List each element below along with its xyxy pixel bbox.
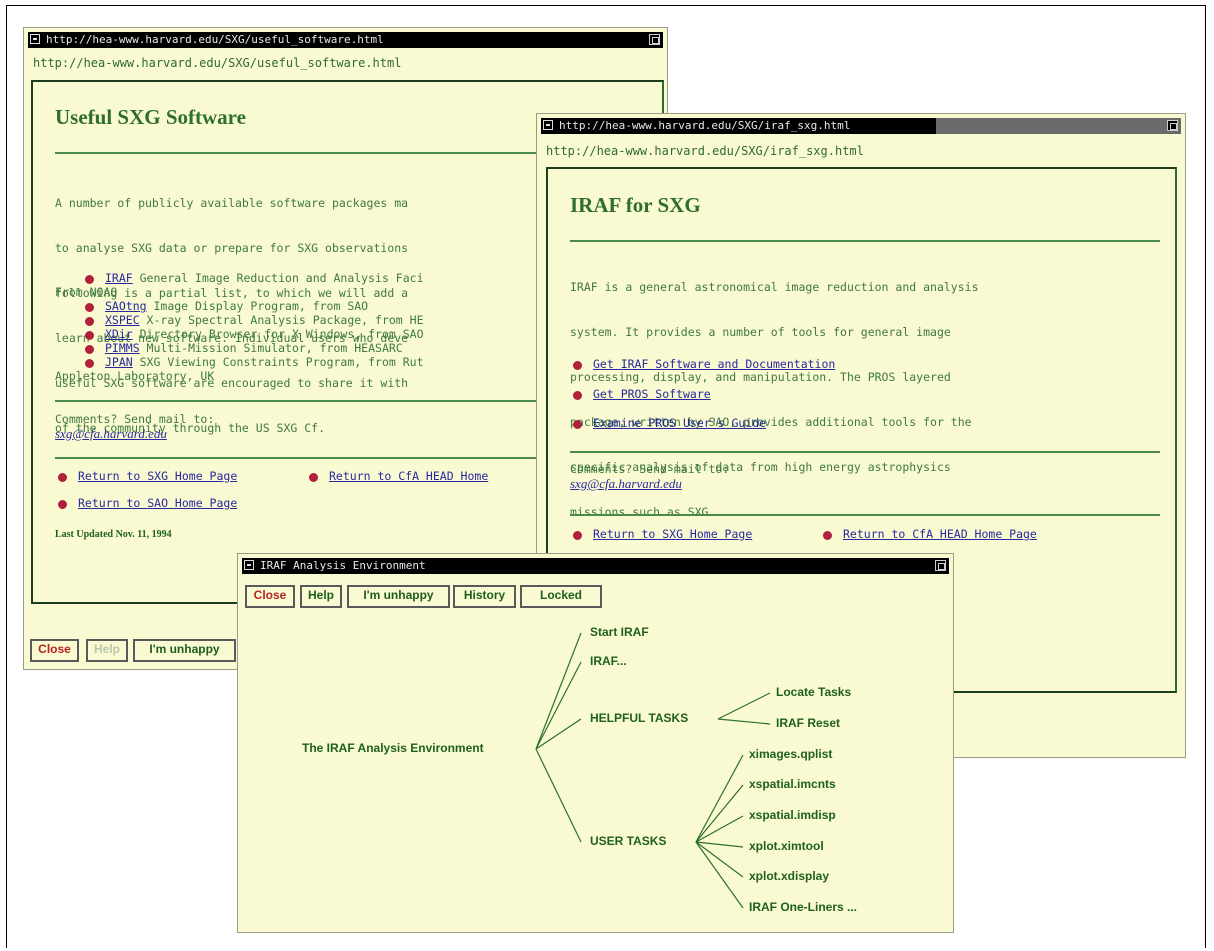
bullet-icon <box>85 331 94 340</box>
return-cfa-link[interactable]: Return to CfA HEAD Home <box>329 469 488 484</box>
bullet-icon <box>85 359 94 368</box>
tree-node-xspatial-imdisp[interactable]: xspatial.imdisp <box>749 808 836 822</box>
intro-line: processing, display, and manipulation. T… <box>570 370 951 384</box>
maximize-icon[interactable] <box>1167 120 1178 131</box>
bullet-icon <box>823 531 832 540</box>
page-title: Useful SXG Software <box>55 105 246 129</box>
software-list-item: XSPEC X-ray Spectral Analysis Package, f… <box>105 313 424 328</box>
intro-line: A number of publicly available software … <box>55 196 409 210</box>
window-title: http://hea-www.harvard.edu/SXG/iraf_sxg.… <box>559 119 851 132</box>
divider <box>570 240 1160 242</box>
pros-guide-link[interactable]: Examine PROS User's Guide <box>593 416 766 431</box>
software-list-item: SAOtng Image Display Program, from SAO <box>105 299 368 314</box>
last-updated: Last Updated Nov. 11, 1994 <box>55 529 172 540</box>
tree-node-xspatial-imcnts[interactable]: xspatial.imcnts <box>749 777 836 791</box>
bullet-icon <box>85 317 94 326</box>
tree-node-iraf-one-liners[interactable]: IRAF One-Liners ... <box>749 900 857 914</box>
bullet-icon <box>85 303 94 312</box>
bullet-icon <box>85 345 94 354</box>
window-menu-icon[interactable] <box>30 34 40 44</box>
tree-node-iraf-reset[interactable]: IRAF Reset <box>776 716 840 730</box>
get-iraf-link[interactable]: Get IRAF Software and Documentation <box>593 357 835 372</box>
maximize-icon[interactable] <box>649 34 660 45</box>
software-list-item: From NOAO <box>55 285 117 300</box>
divider <box>570 514 1160 516</box>
software-list-item: PIMMS Multi-Mission Simulator, from HEAS… <box>105 341 403 356</box>
url-field[interactable]: http://hea-www.harvard.edu/SXG/useful_so… <box>33 56 401 70</box>
tree-root-node[interactable]: The IRAF Analysis Environment <box>302 741 484 755</box>
intro-line: missions such as SXG. <box>570 505 716 519</box>
tree-node-locate-tasks[interactable]: Locate Tasks <box>776 685 851 699</box>
software-list-item: XDir Directory Browser for X Windows, fr… <box>105 327 424 342</box>
bullet-icon <box>309 473 318 482</box>
bullet-icon <box>85 275 94 284</box>
bullet-icon <box>573 391 582 400</box>
item-desc: General Image Reduction and Analysis Fac… <box>132 271 424 285</box>
software-link-xdir[interactable]: XDir <box>105 327 133 341</box>
intro-line: system. It provides a number of tools fo… <box>570 325 951 339</box>
bullet-icon <box>58 500 67 509</box>
item-desc: SXG Viewing Constraints Program, from Ru… <box>132 355 424 369</box>
software-list-item: IRAF General Image Reduction and Analysi… <box>105 271 424 286</box>
software-list-item: JPAN SXG Viewing Constraints Program, fr… <box>105 355 424 370</box>
iraf-environment-window: IRAF Analysis Environment Close Help I'm… <box>237 553 954 933</box>
tree-node-ximages-qplist[interactable]: ximages.qplist <box>749 747 832 761</box>
email-link[interactable]: sxg@cfa.harvard.edu <box>55 426 167 442</box>
window-menu-icon[interactable] <box>543 120 553 130</box>
item-desc: Multi-Mission Simulator, from HEASARC <box>139 341 403 355</box>
email-link[interactable]: sxg@cfa.harvard.edu <box>570 476 682 492</box>
item-desc: X-ray Spectral Analysis Package, from HE <box>139 313 424 327</box>
item-desc: Image Display Program, from SAO <box>146 299 369 313</box>
return-sxg-link[interactable]: Return to SXG Home Page <box>593 527 752 542</box>
tree-node-helpful-tasks[interactable]: HELPFUL TASKS <box>590 711 688 725</box>
close-button[interactable]: Close <box>30 639 79 662</box>
bullet-icon <box>573 420 582 429</box>
help-button[interactable]: Help <box>86 639 128 662</box>
bullet-icon <box>58 473 67 482</box>
bullet-icon <box>573 531 582 540</box>
tree-node-iraf[interactable]: IRAF... <box>590 654 627 668</box>
software-link-pimms[interactable]: PIMMS <box>105 341 140 355</box>
intro-line: to analyse SXG data or prepare for SXG o… <box>55 241 409 255</box>
item-desc: Directory Browser for X Windows, from SA… <box>132 327 424 341</box>
comments-label: Comments? Send mail to: <box>570 462 730 476</box>
item-desc: Appleton Laboratory, UK <box>55 369 215 383</box>
tree-node-xplot-xdisplay[interactable]: xplot.xdisplay <box>749 869 829 883</box>
software-link-xspec[interactable]: XSPEC <box>105 313 140 327</box>
unhappy-button[interactable]: I'm unhappy <box>133 639 236 662</box>
software-link-jpan[interactable]: JPAN <box>105 355 133 369</box>
software-link-saotng[interactable]: SAOtng <box>105 299 147 313</box>
return-cfa-link[interactable]: Return to CfA HEAD Home Page <box>843 527 1037 542</box>
return-sao-link[interactable]: Return to SAO Home Page <box>78 496 237 511</box>
software-link-iraf[interactable]: IRAF <box>105 271 133 285</box>
tree-node-xplot-ximtool[interactable]: xplot.ximtool <box>749 839 824 853</box>
comments-label: Comments? Send mail to: <box>55 412 215 426</box>
item-desc: From NOAO <box>55 285 118 299</box>
divider <box>570 451 1160 453</box>
tree-node-user-tasks[interactable]: USER TASKS <box>590 834 666 848</box>
page-title: IRAF for SXG <box>570 193 701 217</box>
software-list-item: Appleton Laboratory, UK <box>55 369 214 384</box>
tree-node-start-iraf[interactable]: Start IRAF <box>590 625 649 639</box>
intro-line: IRAF is a general astronomical image red… <box>570 280 979 294</box>
window-titlebar[interactable]: http://hea-www.harvard.edu/SXG/iraf_sxg.… <box>541 118 1181 134</box>
bullet-icon <box>573 361 582 370</box>
window-title: http://hea-www.harvard.edu/SXG/useful_so… <box>46 33 384 46</box>
get-pros-link[interactable]: Get PROS Software <box>593 387 711 402</box>
window-titlebar[interactable]: http://hea-www.harvard.edu/SXG/useful_so… <box>28 32 663 48</box>
return-sxg-link[interactable]: Return to SXG Home Page <box>78 469 237 484</box>
url-field[interactable]: http://hea-www.harvard.edu/SXG/iraf_sxg.… <box>546 144 864 158</box>
